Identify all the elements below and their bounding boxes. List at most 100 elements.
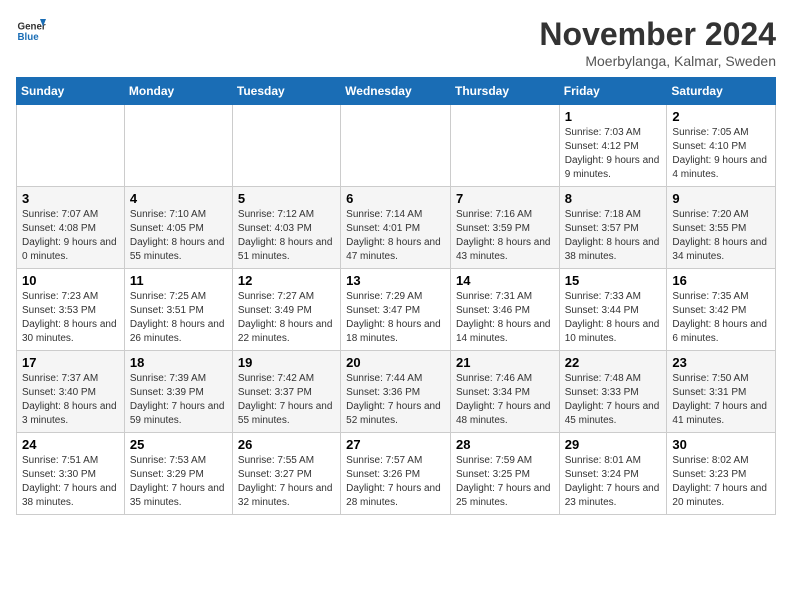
header-monday: Monday bbox=[124, 78, 232, 105]
calendar-cell: 9 Sunrise: 7:20 AM Sunset: 3:55 PM Daylig… bbox=[667, 187, 776, 269]
calendar-cell: 19Sunrise: 7:42 AM Sunset: 3:37 PM Dayli… bbox=[232, 351, 340, 433]
day-number: 5 bbox=[238, 191, 335, 206]
day-info: Sunrise: 7:23 AM Sunset: 3:53 PM Dayligh… bbox=[22, 290, 119, 346]
week-row-1: 1 Sunrise: 7:03 AM Sunset: 4:12 PM Daylig… bbox=[17, 105, 776, 187]
day-info: Sunrise: 7:27 AM Sunset: 3:49 PM Dayligh… bbox=[238, 290, 335, 346]
calendar-cell: 22 Sunrise: 7:48 AM Sunset: 3:33 PM Dayli… bbox=[559, 351, 667, 433]
day-info: Sunrise: 7:33 AM Sunset: 3:44 PM Dayligh… bbox=[565, 290, 662, 346]
calendar-cell: 15 Sunrise: 7:33 AM Sunset: 3:44 PM Dayli… bbox=[559, 269, 667, 351]
day-info: Sunrise: 7:29 AM Sunset: 3:47 PM Dayligh… bbox=[346, 290, 445, 346]
day-number: 6 bbox=[346, 191, 445, 206]
day-info: Sunrise: 7:37 AM Sunset: 3:40 PM Dayligh… bbox=[22, 372, 119, 428]
day-number: 7 bbox=[456, 191, 554, 206]
calendar-body: 1 Sunrise: 7:03 AM Sunset: 4:12 PM Daylig… bbox=[17, 105, 776, 515]
calendar-cell: 3Sunrise: 7:07 AM Sunset: 4:08 PM Daylig… bbox=[17, 187, 125, 269]
page-header: General Blue November 2024 Moerbylanga, … bbox=[16, 16, 776, 69]
logo-icon: General Blue bbox=[16, 16, 46, 46]
calendar-cell bbox=[232, 105, 340, 187]
week-row-2: 3Sunrise: 7:07 AM Sunset: 4:08 PM Daylig… bbox=[17, 187, 776, 269]
calendar-cell: 2 Sunrise: 7:05 AM Sunset: 4:10 PM Daylig… bbox=[667, 105, 776, 187]
week-row-5: 24 Sunrise: 7:51 AM Sunset: 3:30 PM Dayli… bbox=[17, 433, 776, 515]
day-info: Sunrise: 7:46 AM Sunset: 3:34 PM Dayligh… bbox=[456, 372, 554, 428]
calendar-table: SundayMondayTuesdayWednesdayThursdayFrid… bbox=[16, 77, 776, 515]
day-number: 9 bbox=[672, 191, 770, 206]
header-sunday: Sunday bbox=[17, 78, 125, 105]
day-number: 20 bbox=[346, 355, 445, 370]
day-number: 11 bbox=[130, 273, 227, 288]
day-info: Sunrise: 7:18 AM Sunset: 3:57 PM Dayligh… bbox=[565, 208, 662, 264]
day-number: 10 bbox=[22, 273, 119, 288]
day-number: 30 bbox=[672, 437, 770, 452]
calendar-cell: 27 Sunrise: 7:57 AM Sunset: 3:26 PM Dayli… bbox=[341, 433, 451, 515]
day-info: Sunrise: 7:25 AM Sunset: 3:51 PM Dayligh… bbox=[130, 290, 227, 346]
calendar-cell: 4 Sunrise: 7:10 AM Sunset: 4:05 PM Daylig… bbox=[124, 187, 232, 269]
day-info: Sunrise: 7:20 AM Sunset: 3:55 PM Dayligh… bbox=[672, 208, 770, 264]
day-info: Sunrise: 7:42 AM Sunset: 3:37 PM Dayligh… bbox=[238, 372, 335, 428]
day-info: Sunrise: 7:57 AM Sunset: 3:26 PM Dayligh… bbox=[346, 454, 445, 510]
calendar-cell: 28Sunrise: 7:59 AM Sunset: 3:25 PM Dayli… bbox=[450, 433, 559, 515]
calendar-cell: 11 Sunrise: 7:25 AM Sunset: 3:51 PM Dayli… bbox=[124, 269, 232, 351]
day-number: 25 bbox=[130, 437, 227, 452]
day-number: 24 bbox=[22, 437, 119, 452]
day-number: 14 bbox=[456, 273, 554, 288]
day-info: Sunrise: 7:05 AM Sunset: 4:10 PM Dayligh… bbox=[672, 126, 770, 182]
calendar-cell: 24 Sunrise: 7:51 AM Sunset: 3:30 PM Dayli… bbox=[17, 433, 125, 515]
week-row-3: 10 Sunrise: 7:23 AM Sunset: 3:53 PM Dayli… bbox=[17, 269, 776, 351]
day-info: Sunrise: 7:07 AM Sunset: 4:08 PM Dayligh… bbox=[22, 208, 119, 264]
calendar-cell: 21 Sunrise: 7:46 AM Sunset: 3:34 PM Dayli… bbox=[450, 351, 559, 433]
svg-text:Blue: Blue bbox=[18, 32, 40, 43]
day-number: 23 bbox=[672, 355, 770, 370]
week-row-4: 17 Sunrise: 7:37 AM Sunset: 3:40 PM Dayli… bbox=[17, 351, 776, 433]
calendar-cell: 29 Sunrise: 8:01 AM Sunset: 3:24 PM Dayli… bbox=[559, 433, 667, 515]
calendar-cell bbox=[124, 105, 232, 187]
day-number: 8 bbox=[565, 191, 662, 206]
month-title: November 2024 bbox=[539, 16, 776, 53]
day-number: 1 bbox=[565, 109, 662, 124]
location: Moerbylanga, Kalmar, Sweden bbox=[539, 53, 776, 69]
calendar-cell: 30 Sunrise: 8:02 AM Sunset: 3:23 PM Dayli… bbox=[667, 433, 776, 515]
day-info: Sunrise: 7:16 AM Sunset: 3:59 PM Dayligh… bbox=[456, 208, 554, 264]
header-thursday: Thursday bbox=[450, 78, 559, 105]
day-info: Sunrise: 7:59 AM Sunset: 3:25 PM Dayligh… bbox=[456, 454, 554, 510]
day-info: Sunrise: 7:39 AM Sunset: 3:39 PM Dayligh… bbox=[130, 372, 227, 428]
day-info: Sunrise: 7:53 AM Sunset: 3:29 PM Dayligh… bbox=[130, 454, 227, 510]
day-info: Sunrise: 7:03 AM Sunset: 4:12 PM Dayligh… bbox=[565, 126, 662, 182]
day-number: 26 bbox=[238, 437, 335, 452]
calendar-cell: 13 Sunrise: 7:29 AM Sunset: 3:47 PM Dayli… bbox=[341, 269, 451, 351]
header-tuesday: Tuesday bbox=[232, 78, 340, 105]
header-wednesday: Wednesday bbox=[341, 78, 451, 105]
calendar-cell: 26 Sunrise: 7:55 AM Sunset: 3:27 PM Dayli… bbox=[232, 433, 340, 515]
day-info: Sunrise: 7:48 AM Sunset: 3:33 PM Dayligh… bbox=[565, 372, 662, 428]
calendar-cell bbox=[341, 105, 451, 187]
calendar-cell: 20 Sunrise: 7:44 AM Sunset: 3:36 PM Dayli… bbox=[341, 351, 451, 433]
day-number: 13 bbox=[346, 273, 445, 288]
day-info: Sunrise: 7:51 AM Sunset: 3:30 PM Dayligh… bbox=[22, 454, 119, 510]
header-friday: Friday bbox=[559, 78, 667, 105]
day-number: 18 bbox=[130, 355, 227, 370]
calendar-header-row: SundayMondayTuesdayWednesdayThursdayFrid… bbox=[17, 78, 776, 105]
calendar-cell: 17 Sunrise: 7:37 AM Sunset: 3:40 PM Dayli… bbox=[17, 351, 125, 433]
calendar-cell: 7 Sunrise: 7:16 AM Sunset: 3:59 PM Daylig… bbox=[450, 187, 559, 269]
day-number: 4 bbox=[130, 191, 227, 206]
day-number: 27 bbox=[346, 437, 445, 452]
day-info: Sunrise: 7:50 AM Sunset: 3:31 PM Dayligh… bbox=[672, 372, 770, 428]
day-info: Sunrise: 7:10 AM Sunset: 4:05 PM Dayligh… bbox=[130, 208, 227, 264]
day-info: Sunrise: 7:14 AM Sunset: 4:01 PM Dayligh… bbox=[346, 208, 445, 264]
day-number: 15 bbox=[565, 273, 662, 288]
calendar-cell: 14 Sunrise: 7:31 AM Sunset: 3:46 PM Dayli… bbox=[450, 269, 559, 351]
calendar-cell bbox=[450, 105, 559, 187]
day-info: Sunrise: 7:55 AM Sunset: 3:27 PM Dayligh… bbox=[238, 454, 335, 510]
day-info: Sunrise: 7:44 AM Sunset: 3:36 PM Dayligh… bbox=[346, 372, 445, 428]
calendar-cell: 10 Sunrise: 7:23 AM Sunset: 3:53 PM Dayli… bbox=[17, 269, 125, 351]
day-number: 17 bbox=[22, 355, 119, 370]
title-section: November 2024 Moerbylanga, Kalmar, Swede… bbox=[539, 16, 776, 69]
calendar-cell: 25 Sunrise: 7:53 AM Sunset: 3:29 PM Dayli… bbox=[124, 433, 232, 515]
day-info: Sunrise: 8:02 AM Sunset: 3:23 PM Dayligh… bbox=[672, 454, 770, 510]
day-number: 2 bbox=[672, 109, 770, 124]
day-number: 22 bbox=[565, 355, 662, 370]
day-info: Sunrise: 7:31 AM Sunset: 3:46 PM Dayligh… bbox=[456, 290, 554, 346]
day-info: Sunrise: 8:01 AM Sunset: 3:24 PM Dayligh… bbox=[565, 454, 662, 510]
day-number: 29 bbox=[565, 437, 662, 452]
calendar-cell: 18 Sunrise: 7:39 AM Sunset: 3:39 PM Dayli… bbox=[124, 351, 232, 433]
day-number: 21 bbox=[456, 355, 554, 370]
